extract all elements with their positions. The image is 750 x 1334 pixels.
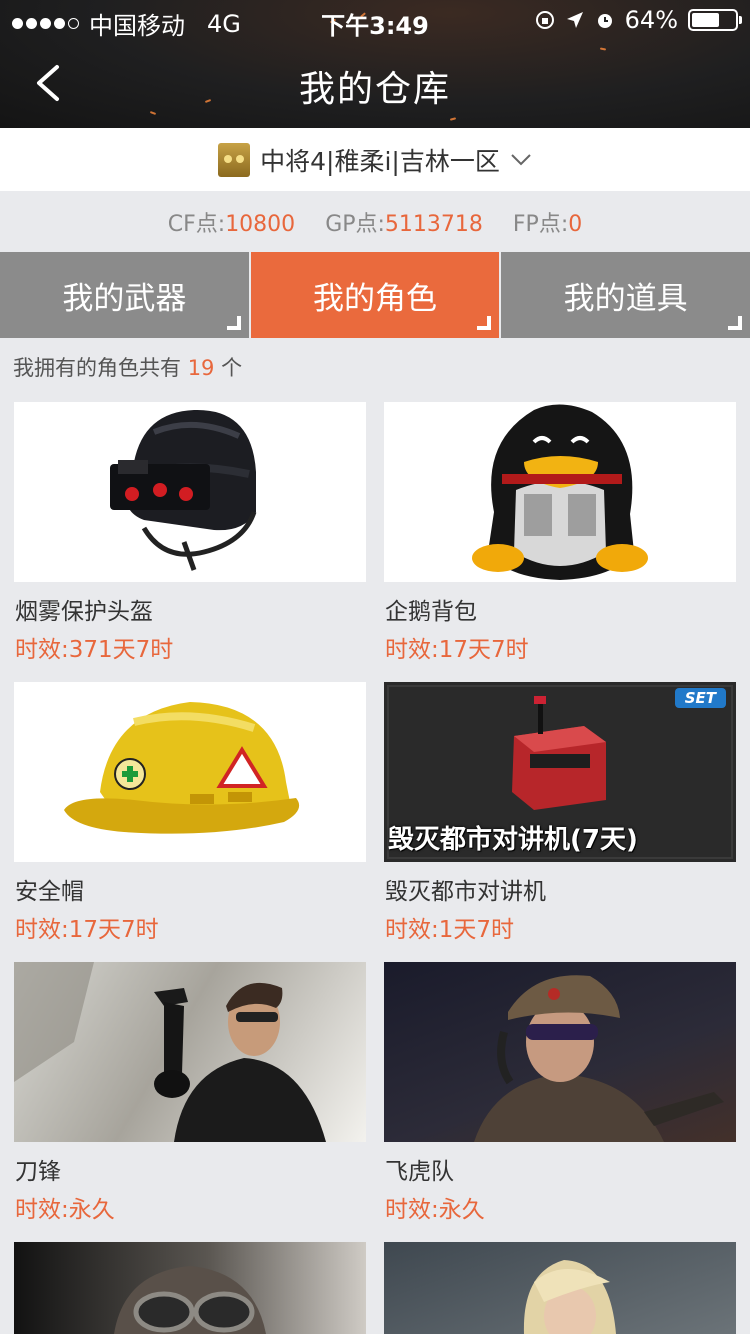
- item-duration: 时效:371天7时: [15, 637, 174, 663]
- character-card[interactable]: 安全帽 时效:17天7时: [14, 682, 366, 943]
- rank-badge-icon: [218, 142, 251, 177]
- corner-mark-icon: [728, 316, 743, 330]
- owned-count: 我拥有的角色共有 19 个: [13, 352, 242, 382]
- cf-label: CF点:: [167, 211, 226, 237]
- cf-value: 10800: [225, 211, 296, 237]
- item-duration: 时效:永久: [15, 1197, 115, 1223]
- battery-fill: [692, 13, 719, 27]
- item-duration: 时效:永久: [385, 1197, 485, 1223]
- item-duration: 时效:17天7时: [15, 917, 159, 943]
- item-name: 安全帽: [15, 879, 84, 905]
- item-name: 毁灭都市对讲机: [385, 879, 546, 905]
- helmet-image: [14, 402, 366, 582]
- item-name: 飞虎队: [385, 1159, 454, 1185]
- status-bar: 中国移动 4G 下午3:49 64%: [0, 0, 750, 40]
- cf-points: CF点:10800: [168, 206, 295, 238]
- orientation-lock-icon: [535, 10, 555, 30]
- gp-label: GP点:: [325, 211, 385, 237]
- walkie-talkie-image: SET 毁灭都市对讲机(7天): [384, 682, 736, 862]
- chevron-down-icon: [511, 153, 531, 165]
- fp-points: FP点:0: [513, 206, 582, 238]
- character-card[interactable]: 烟雾保护头盔 时效:371天7时: [14, 402, 366, 663]
- character-card[interactable]: 企鹅背包 时效:17天7时: [384, 402, 736, 663]
- battery-icon: [688, 9, 742, 31]
- ember-decoration: [449, 117, 457, 121]
- flying-tiger-character-image: [384, 962, 736, 1142]
- item-duration: 时效:1天7时: [385, 917, 515, 943]
- goggles-character-image: [14, 1242, 366, 1334]
- set-badge: SET: [674, 688, 726, 708]
- tab-weapons[interactable]: 我的武器: [0, 252, 251, 338]
- category-tabs: 我的武器 我的角色 我的道具: [0, 252, 750, 338]
- character-card[interactable]: [384, 1242, 736, 1334]
- hardhat-image: [14, 682, 366, 862]
- count-prefix: 我拥有的角色共有: [13, 356, 181, 380]
- location-arrow-icon: [565, 10, 585, 30]
- corner-mark-icon: [477, 316, 492, 330]
- item-name: 企鹅背包: [385, 599, 477, 625]
- blonde-character-image: [384, 1242, 736, 1334]
- fp-label: FP点:: [512, 211, 569, 237]
- points-bar: CF点:10800 GP点:5113718 FP点:0: [0, 191, 750, 252]
- tab-characters[interactable]: 我的角色: [250, 252, 502, 338]
- character-card[interactable]: SET 毁灭都市对讲机(7天) 毁灭都市对讲机 时效:1天7时: [384, 682, 736, 943]
- alarm-icon: [595, 10, 615, 30]
- image-caption: 毁灭都市对讲机(7天): [388, 825, 638, 855]
- count-number: 19: [187, 356, 215, 380]
- fp-value: 0: [568, 211, 583, 237]
- gp-points: GP点:5113718: [325, 206, 483, 238]
- character-card[interactable]: [14, 1242, 366, 1334]
- tab-items[interactable]: 我的道具: [501, 252, 750, 338]
- server-label: 中将4|稚柔i|吉林一区: [260, 146, 500, 176]
- tab-label: 我的武器: [62, 280, 187, 317]
- item-name: 刀锋: [15, 1159, 61, 1185]
- header: 中国移动 4G 下午3:49 64% 我的仓库: [0, 0, 750, 128]
- count-suffix: 个: [221, 356, 243, 380]
- blade-character-image: [14, 962, 366, 1142]
- character-card[interactable]: 飞虎队 时效:永久: [384, 962, 736, 1223]
- warehouse-page: 中国移动 4G 下午3:49 64% 我的仓库 中将4|稚柔i|吉林一区 CF点…: [0, 0, 750, 1334]
- gp-value: 5113718: [384, 211, 483, 237]
- item-name: 烟雾保护头盔: [15, 599, 153, 625]
- corner-mark-icon: [226, 316, 241, 330]
- penguin-backpack-image: [384, 402, 736, 582]
- character-card[interactable]: 刀锋 时效:永久: [14, 962, 366, 1223]
- tab-label: 我的角色: [313, 280, 437, 317]
- server-selector[interactable]: 中将4|稚柔i|吉林一区: [0, 128, 750, 191]
- ember-decoration: [599, 47, 607, 51]
- item-duration: 时效:17天7时: [385, 637, 529, 663]
- status-right: 64%: [535, 6, 742, 34]
- tab-label: 我的道具: [563, 280, 688, 317]
- page-title: 我的仓库: [298, 69, 451, 110]
- battery-percent: 64%: [624, 6, 678, 34]
